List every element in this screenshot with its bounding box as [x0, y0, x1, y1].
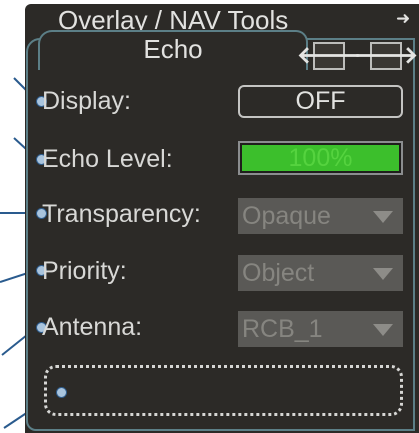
arrow-left-icon: 🡐	[296, 42, 362, 69]
chevron-down-icon	[373, 324, 393, 336]
priority-select[interactable]: Object	[238, 255, 403, 291]
echo-level-value: 100%	[288, 144, 353, 172]
echo-level-label: Echo Level:	[42, 145, 173, 173]
transparency-value: Opaque	[242, 202, 331, 230]
echo-level-fill: 100%	[242, 145, 399, 171]
priority-label: Priority:	[42, 257, 127, 285]
callout-dot	[56, 387, 67, 398]
chevron-down-icon	[373, 268, 393, 280]
antenna-select[interactable]: RCB_1	[238, 311, 403, 347]
tab-echo-label: Echo	[143, 34, 203, 64]
transparency-label: Transparency:	[42, 200, 201, 228]
prev-tab-button[interactable]: 🡐	[297, 42, 361, 70]
priority-value: Object	[242, 259, 315, 287]
arrow-right-icon: 🡒	[353, 42, 419, 69]
echo-level-bar[interactable]: 100%	[238, 141, 403, 175]
antenna-value: RCB_1	[242, 315, 323, 343]
info-box[interactable]	[44, 365, 403, 416]
arrow-right-icon[interactable]: ➜	[396, 9, 410, 29]
display-label: Display:	[42, 87, 131, 115]
tab-echo[interactable]: Echo	[38, 30, 308, 70]
chevron-down-icon	[373, 211, 393, 223]
display-toggle-button[interactable]: OFF	[238, 85, 403, 118]
next-tab-button[interactable]: 🡒	[354, 42, 418, 70]
transparency-select[interactable]: Opaque	[238, 198, 403, 234]
antenna-label: Antenna:	[42, 313, 143, 341]
